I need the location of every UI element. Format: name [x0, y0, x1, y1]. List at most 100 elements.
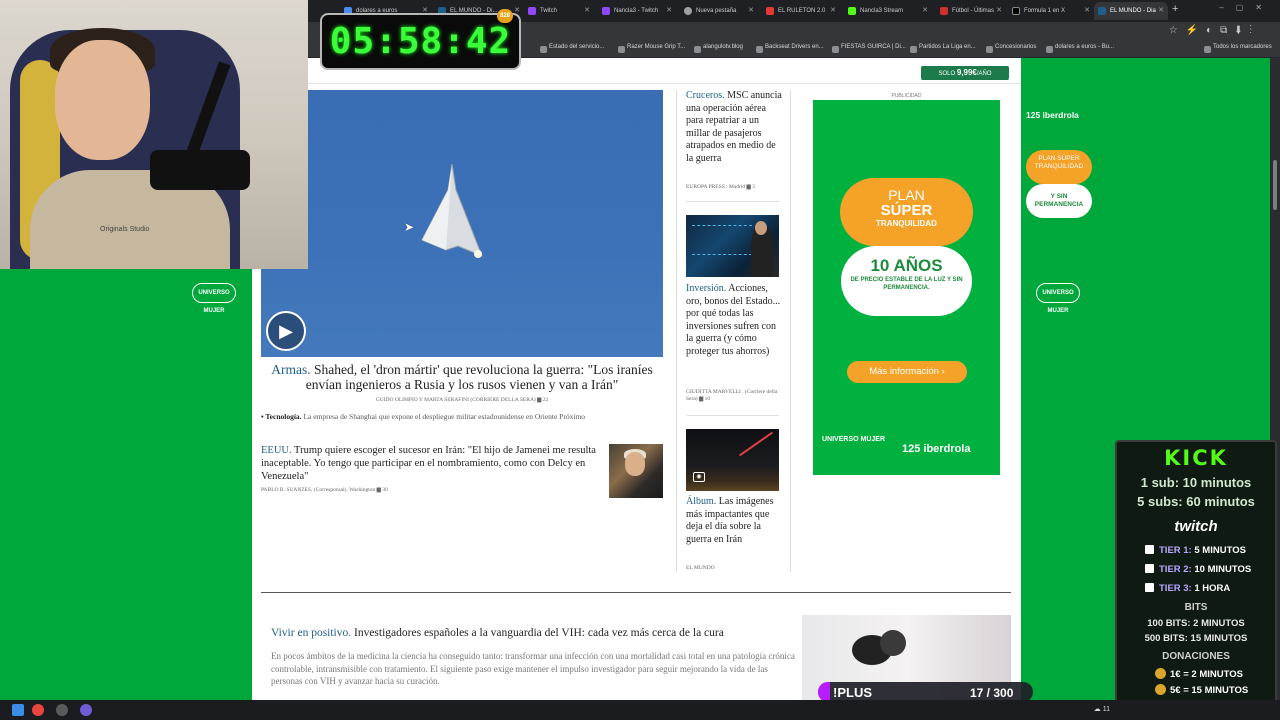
bookmark-item[interactable]: Backseat Drivers en...: [756, 44, 824, 53]
bookmark-item[interactable]: FIESTAS GUIRCA | Di...: [832, 44, 906, 53]
ad-years: 10 AÑOS: [870, 256, 943, 275]
bottom-headline-text[interactable]: Investigadores españoles a la vanguardia…: [351, 627, 724, 639]
twitch-tier-icon: [1145, 545, 1154, 554]
app-icon[interactable]: [56, 704, 68, 716]
start-icon[interactable]: [12, 704, 24, 716]
col-story-cruceros[interactable]: Cruceros. MSC anuncia una operación aére…: [686, 90, 782, 166]
tab-label: Twitch: [540, 8, 558, 14]
bookmark-item[interactable]: alangulotv.blog: [694, 44, 743, 53]
play-icon[interactable]: ▶: [266, 311, 306, 351]
col-story-album[interactable]: Álbum. Las imágenes más impactantes que …: [686, 496, 782, 546]
close-icon[interactable]: ✕: [996, 2, 1002, 20]
col-image-investment[interactable]: [686, 215, 779, 277]
section-divider: [261, 592, 1011, 593]
tab-nancla-twitch[interactable]: Nancla3 - Twitch ✕: [598, 2, 676, 20]
tab-ruleton[interactable]: EL RULETON 2.0 ✕: [762, 2, 840, 20]
col-comments-count[interactable]: 10: [705, 396, 711, 402]
shirt-print: Originals Studio: [100, 226, 150, 233]
close-icon[interactable]: ✕: [748, 2, 754, 20]
story2-byline: PABLO R. SUANZES, (Corresponsal). Washin…: [261, 487, 388, 493]
sponsor-brand-right[interactable]: 125 iberdrola: [1026, 110, 1079, 120]
close-icon[interactable]: ✕: [1158, 2, 1164, 20]
story-trump-headline[interactable]: EEUU. Trump quiere escoger el sucesor en…: [261, 444, 601, 483]
tab-twitch[interactable]: Twitch ✕: [524, 2, 594, 20]
comment-icon[interactable]: ▆: [537, 397, 541, 403]
sponsor-logo-left[interactable]: UNIVERSO MUJER: [192, 283, 236, 314]
tab-label: Nancla3 Stream: [860, 8, 904, 14]
col-headline[interactable]: MSC anuncia una operación aérea para rep…: [686, 90, 782, 164]
tab-label: EL RULETON 2.0: [778, 8, 826, 14]
ad-logo-iberdrola: 125 iberdrola: [902, 443, 971, 455]
toolbar-icons[interactable]: ☆⚡◐⧉⬇⋮: [1169, 25, 1260, 36]
close-icon[interactable]: ✕: [666, 2, 672, 20]
new-tab-button[interactable]: +: [1172, 3, 1178, 15]
tab-elmundo-active[interactable]: EL MUNDO - Dia ✕: [1094, 2, 1168, 20]
ad-logo-universo-mujer: UNIVERSO MUJER: [822, 436, 886, 443]
col-byline: GIUDITTA MARVELLI . (Corriere della Sera…: [686, 389, 780, 403]
story2-headline-text[interactable]: Trump quiere escoger el sucesor en Irán:…: [261, 445, 596, 482]
drone-image: [421, 163, 483, 258]
ad-years-badge[interactable]: 10 AÑOS DE PRECIO ESTABLE DE LA LUZ Y SI…: [841, 246, 972, 316]
col-kicker[interactable]: Álbum.: [686, 496, 716, 507]
window-controls[interactable]: –▢✕: [1219, 3, 1274, 12]
tab-nancla-stream[interactable]: Nancla3 Stream ✕: [844, 2, 932, 20]
hero-headline[interactable]: Armas. Shahed, el 'dron mártir' que revo…: [261, 362, 663, 392]
sponsor-logo-right[interactable]: UNIVERSO MUJER: [1036, 283, 1080, 314]
bookmark-item[interactable]: Estado del servicio...: [540, 44, 604, 53]
comment-icon[interactable]: ▆: [746, 184, 750, 190]
all-bookmarks[interactable]: Todos los marcadores: [1204, 44, 1272, 53]
ad-plan-badge[interactable]: PLAN SÚPER TRANQUILIDAD: [840, 178, 973, 246]
tab-label: Formula 1 en X: [1024, 8, 1066, 14]
col-kicker[interactable]: Inversión.: [686, 283, 726, 294]
donations-header: DONACIONES: [1162, 651, 1230, 662]
bottom-story-headline[interactable]: Vivir en positivo. Investigadores españo…: [271, 627, 801, 639]
comment-icon[interactable]: ▆: [377, 487, 381, 493]
comment-icon[interactable]: ▆: [699, 396, 703, 402]
tab-label: Fútbol - Últimas: [952, 8, 995, 14]
bottom-kicker[interactable]: Vivir en positivo.: [271, 627, 351, 639]
bookmark-item[interactable]: Partidos La Liga en...: [910, 44, 976, 53]
tab-futbol[interactable]: Fútbol - Últimas ✕: [936, 2, 1006, 20]
col-image-album[interactable]: ◉: [686, 429, 779, 491]
ad-more-info-button[interactable]: Más información ›: [847, 361, 967, 383]
hero-headline-text[interactable]: Shahed, el 'dron mártir' que revoluciona…: [306, 362, 653, 392]
hero-kicker[interactable]: Armas.: [271, 362, 310, 377]
col-headline[interactable]: Acciones, oro, bonos del Estado... por q…: [686, 283, 780, 357]
col-kicker[interactable]: Cruceros.: [686, 90, 725, 101]
tier-value: 5 MINUTOS: [1194, 545, 1246, 556]
bookmark-item[interactable]: Razer Mouse Grip T...: [618, 44, 685, 53]
chrome-icon[interactable]: [32, 704, 44, 716]
favicon-icon: [848, 7, 856, 15]
donation-text: 1€ = 2 MINUTOS: [1170, 669, 1243, 680]
bookmark-item[interactable]: dolares a euros - Bu...: [1046, 44, 1114, 53]
favicon-icon: [1098, 7, 1106, 15]
tray-icons[interactable]: ☁ 11: [1094, 705, 1110, 713]
related-text[interactable]: La empresa de Shanghai que expone el des…: [302, 412, 585, 421]
kick-rule-2: 5 subs: 60 minutos: [1137, 494, 1255, 509]
bookmark-item[interactable]: Concesionarios: [986, 44, 1036, 53]
col-story-inversion[interactable]: Inversión. Acciones, oro, bonos del Esta…: [686, 283, 782, 359]
promo-prefix: SOLO: [938, 71, 956, 77]
hero-related-link[interactable]: • Tecnología. La empresa de Shanghai que…: [261, 412, 663, 421]
scrollbar-thumb[interactable]: [1273, 160, 1277, 210]
hero-byline: GUIDO OLIMPIO Y MARTA SERAFINI (CORRIERE…: [261, 397, 663, 403]
close-icon[interactable]: ✕: [922, 2, 928, 20]
subscribe-promo-button[interactable]: SOLO 9,99€/AÑO: [921, 66, 1009, 80]
tier-value: 1 HORA: [1194, 583, 1231, 594]
tab-formula1[interactable]: Formula 1 en X ✕: [1008, 2, 1094, 20]
favicon-icon: [766, 7, 774, 15]
col-comments-count[interactable]: 3: [752, 184, 755, 190]
close-icon[interactable]: ✕: [584, 2, 590, 20]
story2-thumbnail[interactable]: [609, 444, 663, 498]
story2-comments-count[interactable]: 30: [382, 487, 388, 493]
bits-rule-2: 500 BITS: 15 MINUTOS: [1144, 633, 1248, 644]
sponsor-plan-badge[interactable]: PLAN SÚPER TRANQUILIDAD: [1026, 150, 1092, 184]
sponsor-permanencia-badge[interactable]: Y SIN PERMANENCIA: [1026, 184, 1092, 218]
story2-kicker[interactable]: EEUU.: [261, 445, 292, 456]
close-icon[interactable]: ✕: [1084, 2, 1090, 20]
hero-comments-count[interactable]: 22: [543, 397, 549, 403]
close-icon[interactable]: ✕: [830, 2, 836, 20]
tier-name: TIER 2:: [1159, 564, 1192, 575]
app-icon[interactable]: [80, 704, 92, 716]
tab-nueva[interactable]: Nueva pestaña ✕: [680, 2, 758, 20]
